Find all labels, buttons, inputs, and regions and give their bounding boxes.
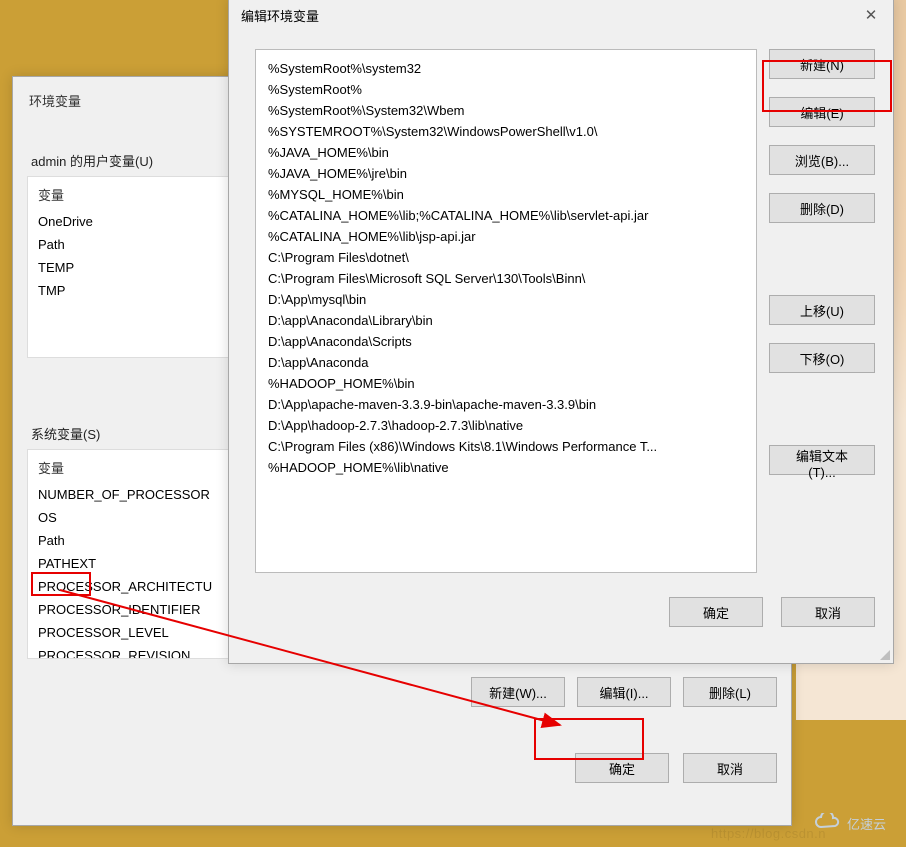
env-dialog-footer: 确定 取消 bbox=[27, 753, 777, 783]
new-path-button[interactable]: 新建(N) bbox=[769, 49, 875, 79]
path-item[interactable]: D:\app\Anaconda bbox=[256, 352, 756, 373]
path-item[interactable]: D:\App\hadoop-2.7.3\hadoop-2.7.3\lib\nat… bbox=[256, 415, 756, 436]
ok-button[interactable]: 确定 bbox=[669, 597, 763, 627]
new-sysvar-button[interactable]: 新建(W)... bbox=[471, 677, 565, 707]
path-item[interactable]: D:\app\Anaconda\Library\bin bbox=[256, 310, 756, 331]
resize-grip-icon[interactable] bbox=[877, 647, 891, 661]
path-item[interactable]: %SystemRoot%\system32 bbox=[256, 58, 756, 79]
watermark-brand: 亿速云 bbox=[813, 813, 886, 833]
edit-path-dialog: 编辑环境变量 ✕ %SystemRoot%\system32 %SystemRo… bbox=[228, 0, 894, 664]
edit-dialog-title: 编辑环境变量 bbox=[241, 6, 319, 25]
move-down-button[interactable]: 下移(O) bbox=[769, 343, 875, 373]
cancel-button[interactable]: 取消 bbox=[781, 597, 875, 627]
edit-text-button[interactable]: 编辑文本(T)... bbox=[769, 445, 875, 475]
path-item[interactable]: %MYSQL_HOME%\bin bbox=[256, 184, 756, 205]
path-item[interactable]: %HADOOP_HOME%\lib\native bbox=[256, 457, 756, 478]
browse-path-button[interactable]: 浏览(B)... bbox=[769, 145, 875, 175]
path-item[interactable]: %SYSTEMROOT%\System32\WindowsPowerShell\… bbox=[256, 121, 756, 142]
sys-vars-buttons: 新建(W)... 编辑(I)... 删除(L) bbox=[27, 677, 777, 707]
path-item[interactable]: %JAVA_HOME%\jre\bin bbox=[256, 163, 756, 184]
path-item[interactable]: C:\Program Files\Microsoft SQL Server\13… bbox=[256, 268, 756, 289]
path-item[interactable]: C:\Program Files\dotnet\ bbox=[256, 247, 756, 268]
path-item[interactable]: %JAVA_HOME%\bin bbox=[256, 142, 756, 163]
edit-dialog-side-buttons: 新建(N) 编辑(E) 浏览(B)... 删除(D) 上移(U) 下移(O) 编… bbox=[769, 49, 875, 573]
path-item[interactable]: %SystemRoot% bbox=[256, 79, 756, 100]
delete-path-button[interactable]: 删除(D) bbox=[769, 193, 875, 223]
cloud-icon bbox=[813, 813, 843, 833]
edit-dialog-footer: 确定 取消 bbox=[229, 573, 893, 627]
path-item[interactable]: %CATALINA_HOME%\lib;%CATALINA_HOME%\lib\… bbox=[256, 205, 756, 226]
move-up-button[interactable]: 上移(U) bbox=[769, 295, 875, 325]
ok-button[interactable]: 确定 bbox=[575, 753, 669, 783]
path-item[interactable]: D:\app\Anaconda\Scripts bbox=[256, 331, 756, 352]
watermark-url: https://blog.csdn.n bbox=[711, 826, 826, 841]
env-vars-dialog-title: 环境变量 bbox=[29, 91, 81, 110]
path-item[interactable]: %SystemRoot%\System32\Wbem bbox=[256, 100, 756, 121]
delete-sysvar-button[interactable]: 删除(L) bbox=[683, 677, 777, 707]
path-item[interactable]: %CATALINA_HOME%\lib\jsp-api.jar bbox=[256, 226, 756, 247]
edit-path-button[interactable]: 编辑(E) bbox=[769, 97, 875, 127]
edit-dialog-titlebar: 编辑环境变量 ✕ bbox=[229, 0, 893, 31]
close-icon[interactable]: ✕ bbox=[849, 0, 893, 31]
path-item[interactable]: D:\App\apache-maven-3.3.9-bin\apache-mav… bbox=[256, 394, 756, 415]
path-item[interactable]: D:\App\mysql\bin bbox=[256, 289, 756, 310]
edit-sysvar-button[interactable]: 编辑(I)... bbox=[577, 677, 671, 707]
cancel-button[interactable]: 取消 bbox=[683, 753, 777, 783]
path-item[interactable]: %HADOOP_HOME%\bin bbox=[256, 373, 756, 394]
path-item[interactable]: C:\Program Files (x86)\Windows Kits\8.1\… bbox=[256, 436, 756, 457]
path-values-list[interactable]: %SystemRoot%\system32 %SystemRoot% %Syst… bbox=[255, 49, 757, 573]
